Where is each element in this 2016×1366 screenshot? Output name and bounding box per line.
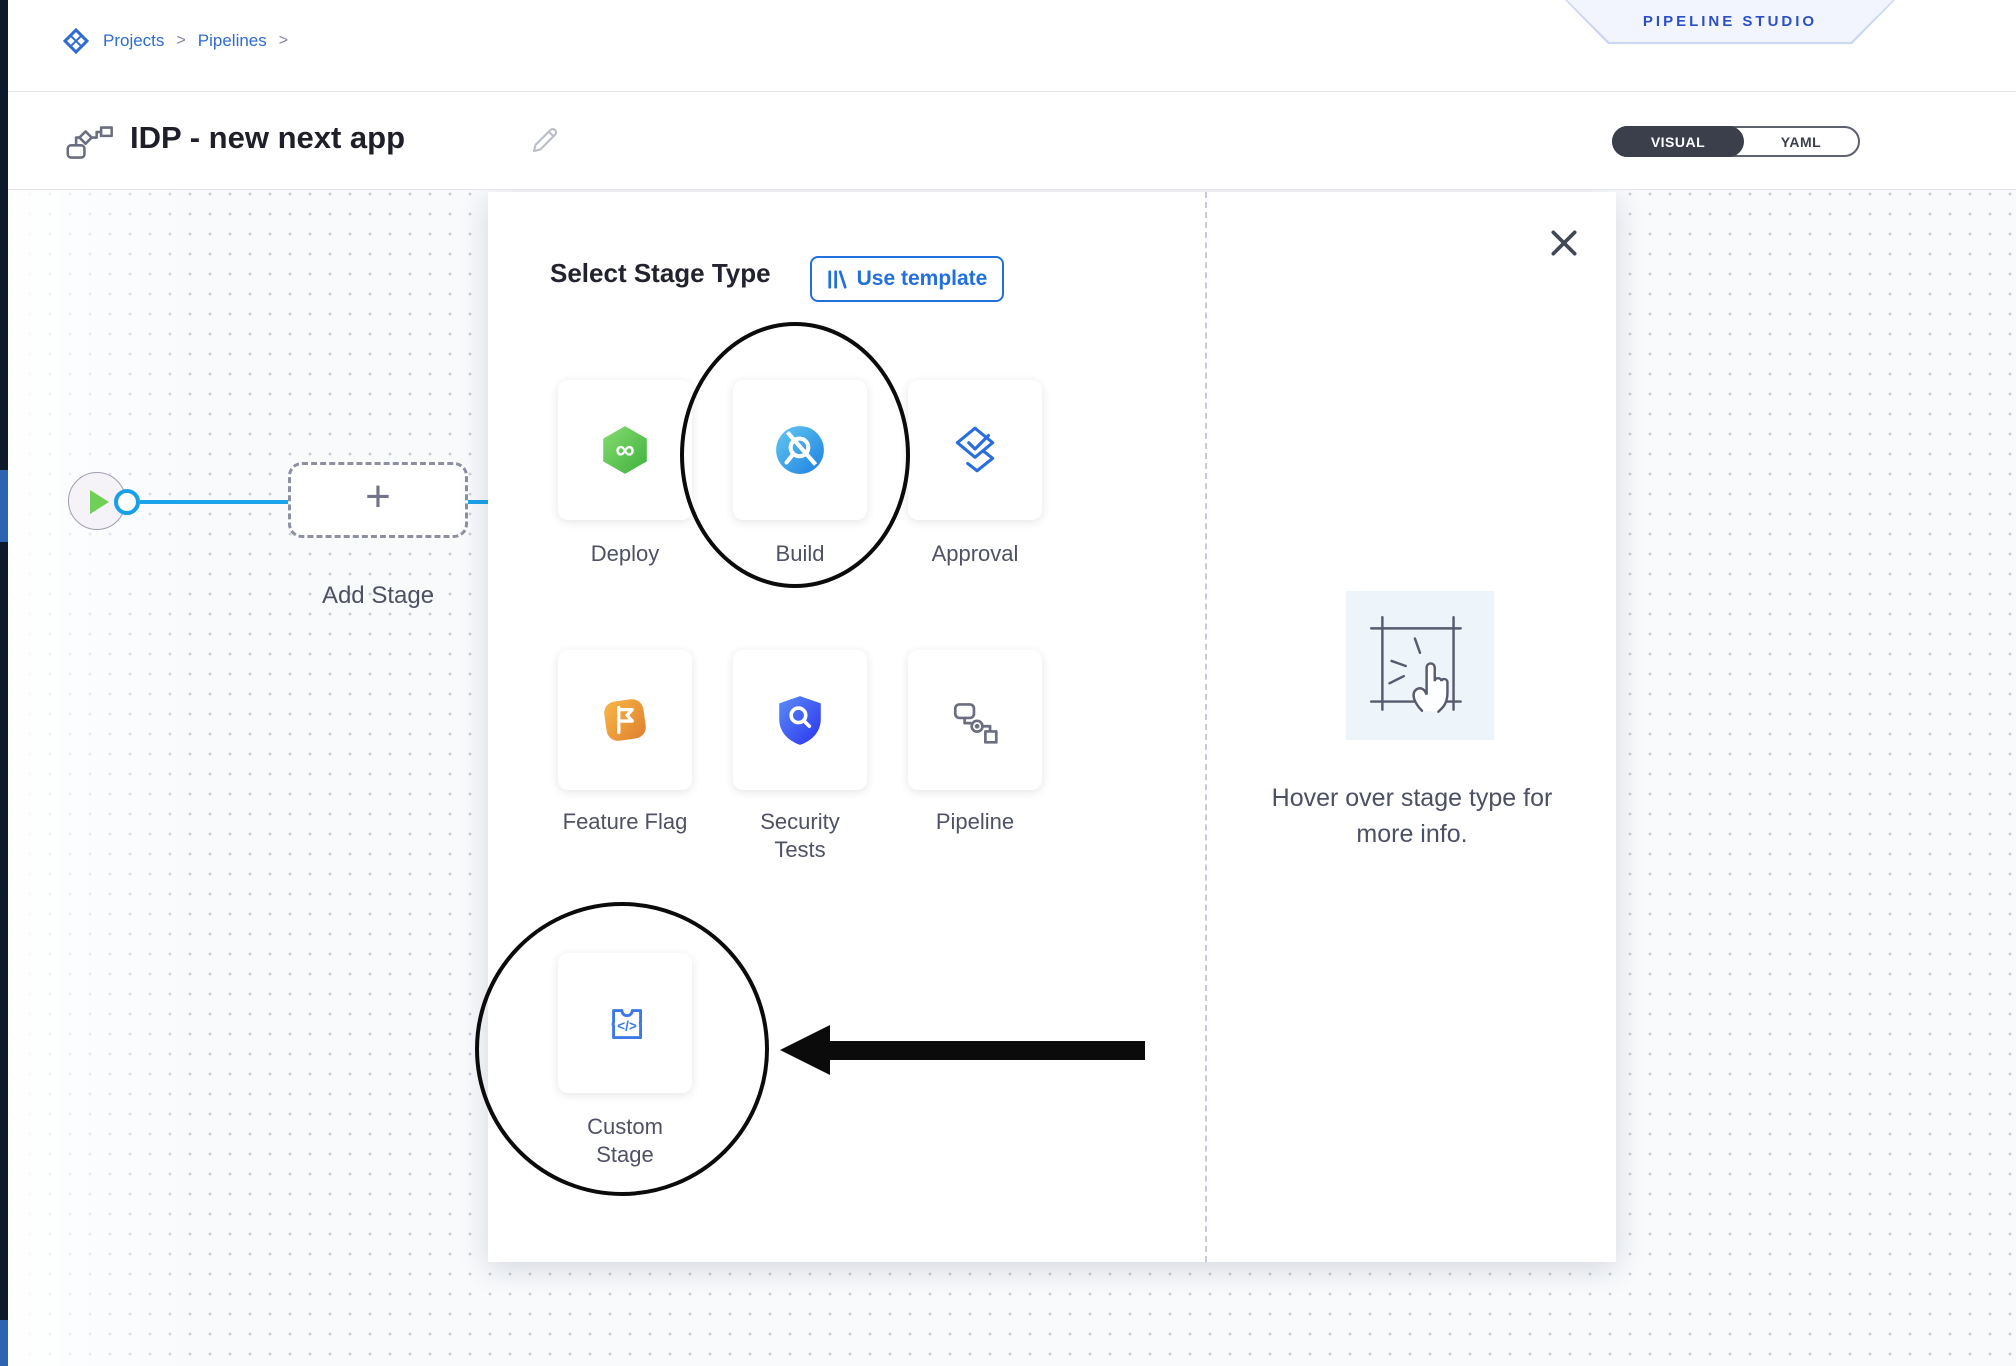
stage-tile-approval[interactable] bbox=[908, 380, 1042, 520]
toggle-yaml[interactable]: YAML bbox=[1744, 128, 1858, 155]
build-ci-icon bbox=[773, 423, 827, 477]
rail-highlight-top bbox=[0, 470, 8, 542]
breadcrumb-projects-link[interactable]: Projects bbox=[103, 31, 164, 51]
svg-text:</>: </> bbox=[617, 1018, 637, 1033]
stage-label-custom-stage: Custom Stage bbox=[560, 1113, 690, 1169]
stage-tile-build[interactable] bbox=[733, 380, 867, 520]
stage-tile-security-tests[interactable] bbox=[733, 650, 867, 790]
stage-type-grid-panel: Select Stage Type Use template ∞ bbox=[488, 192, 1205, 1262]
pipeline-canvas[interactable]: + Add Stage Select Stage Type Use templa… bbox=[8, 190, 2016, 1366]
stage-label-feature-flag: Feature Flag bbox=[560, 808, 690, 836]
use-template-label: Use template bbox=[857, 267, 988, 291]
stage-info-panel: Hover over stage type for more info. bbox=[1205, 192, 1616, 1262]
toggle-visual[interactable]: VISUAL bbox=[1612, 126, 1744, 157]
deploy-cd-icon: ∞ bbox=[598, 423, 652, 477]
pipeline-title: IDP - new next app bbox=[130, 120, 405, 156]
canvas-edge-fade bbox=[8, 190, 198, 1366]
rail-highlight-bottom bbox=[0, 1320, 8, 1366]
breadcrumb-separator: > bbox=[176, 32, 185, 50]
pipeline-studio-badge-label: PIPELINE STUDIO bbox=[1567, 0, 1893, 42]
projects-grid-icon[interactable] bbox=[61, 26, 91, 56]
add-stage-label: Add Stage bbox=[288, 582, 468, 610]
use-template-button[interactable]: Use template bbox=[810, 256, 1004, 302]
annotation-arrow-shaft bbox=[830, 1041, 1145, 1060]
stage-tile-deploy[interactable]: ∞ bbox=[558, 380, 692, 520]
stage-label-deploy: Deploy bbox=[560, 540, 690, 568]
feature-flag-icon bbox=[598, 693, 652, 747]
start-node-output-port bbox=[114, 489, 140, 515]
security-shield-icon bbox=[773, 693, 827, 747]
stage-label-pipeline: Pipeline bbox=[910, 808, 1040, 836]
play-icon bbox=[90, 490, 109, 514]
stage-label-build: Build bbox=[735, 540, 865, 568]
pipeline-studio-badge: PIPELINE STUDIO bbox=[1565, 0, 1895, 44]
edit-pencil-icon[interactable] bbox=[527, 122, 563, 163]
breadcrumb-bar: Projects > Pipelines > PIPELINE STUDIO bbox=[8, 0, 2016, 92]
add-stage-button[interactable]: + bbox=[288, 462, 468, 538]
left-nav-rail bbox=[0, 0, 8, 1366]
visual-yaml-toggle: VISUAL YAML bbox=[1612, 126, 1860, 157]
pipeline-graph-icon bbox=[64, 122, 116, 167]
pipeline-stages-icon bbox=[948, 693, 1002, 747]
plus-icon: + bbox=[365, 472, 391, 522]
flow-connector-line bbox=[140, 500, 292, 504]
breadcrumb-pipelines-link[interactable]: Pipelines bbox=[198, 31, 267, 51]
stage-tile-custom-stage[interactable]: </> bbox=[558, 953, 692, 1093]
svg-text:∞: ∞ bbox=[615, 434, 634, 464]
approval-stamp-icon bbox=[948, 423, 1002, 477]
select-stage-type-modal: Select Stage Type Use template ∞ bbox=[488, 192, 1616, 1262]
breadcrumb-separator: > bbox=[279, 32, 288, 50]
modal-title: Select Stage Type bbox=[550, 258, 771, 289]
hover-hint-text: Hover over stage type for more info. bbox=[1242, 780, 1582, 853]
annotation-arrow-head bbox=[780, 1025, 830, 1075]
breadcrumb: Projects > Pipelines > bbox=[61, 26, 288, 56]
custom-stage-icon: </> bbox=[598, 996, 652, 1050]
stage-tile-pipeline[interactable] bbox=[908, 650, 1042, 790]
close-icon[interactable] bbox=[1545, 224, 1583, 262]
hover-hint-illustration bbox=[1346, 591, 1494, 740]
stage-label-security-tests: Security Tests bbox=[735, 808, 865, 864]
pipeline-header: IDP - new next app VISUAL YAML bbox=[8, 92, 2016, 190]
stage-label-approval: Approval bbox=[910, 540, 1040, 568]
template-library-icon bbox=[827, 269, 847, 290]
stage-tile-feature-flag[interactable] bbox=[558, 650, 692, 790]
